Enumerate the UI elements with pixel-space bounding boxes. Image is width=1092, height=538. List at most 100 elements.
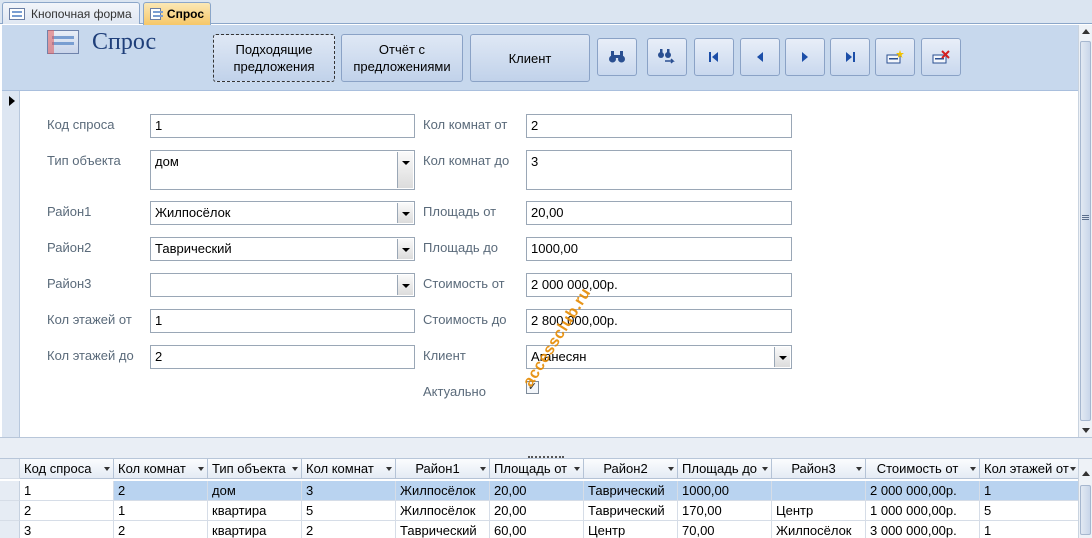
column-header[interactable]: Стоимость от — [866, 459, 980, 479]
label-rooms-to: Кол комнат до — [423, 153, 510, 168]
table-cell[interactable]: 20,00 — [490, 481, 584, 501]
table-cell[interactable]: 60,00 — [490, 521, 584, 538]
table-cell[interactable]: 1 — [20, 481, 114, 501]
form-vertical-scrollbar[interactable] — [1078, 25, 1092, 437]
table-cell[interactable]: Таврический — [396, 521, 490, 538]
datasheet-vertical-scrollbar[interactable] — [1078, 459, 1092, 538]
label-rooms-from: Кол комнат от — [423, 117, 508, 132]
offers-report-button[interactable]: Отчёт с предложениями — [341, 34, 463, 82]
last-record-icon[interactable] — [830, 38, 870, 76]
table-cell[interactable]: 1 — [980, 481, 1078, 501]
table-cell[interactable]: 5 — [980, 501, 1078, 521]
table-cell[interactable]: 2 — [20, 501, 114, 521]
find-icon[interactable] — [597, 38, 637, 76]
area-to-field[interactable]: 1000,00 — [526, 237, 792, 261]
previous-record-icon[interactable] — [740, 38, 780, 76]
scroll-up-arrow-icon[interactable] — [1082, 471, 1090, 476]
column-header[interactable]: Кол этажей от — [980, 459, 1078, 479]
table-cell[interactable] — [772, 481, 866, 501]
column-header[interactable]: Кол комнат — [302, 459, 396, 479]
first-record-icon[interactable] — [694, 38, 734, 76]
row-selector[interactable] — [0, 501, 20, 521]
dropdown-arrow-icon[interactable] — [397, 203, 413, 223]
dropdown-arrow-icon[interactable] — [397, 239, 413, 259]
floors-to-field[interactable]: 2 — [150, 345, 415, 369]
next-record-icon[interactable] — [785, 38, 825, 76]
new-record-icon[interactable] — [875, 38, 915, 76]
dropdown-arrow-icon[interactable] — [397, 152, 413, 188]
tab-demand[interactable]: Спрос — [143, 2, 211, 25]
table-cell[interactable]: квартира — [208, 521, 302, 538]
table-cell[interactable]: 1000,00 — [678, 481, 772, 501]
dropdown-arrow-icon[interactable] — [774, 347, 790, 367]
column-header[interactable]: Район1 — [396, 459, 490, 479]
scroll-thumb[interactable] — [1080, 485, 1091, 535]
object-type-combo[interactable]: дом — [150, 150, 415, 190]
client-combo[interactable]: Аганесян — [526, 345, 792, 369]
label-client: Клиент — [423, 348, 466, 363]
watermark-text: accessclub.ru — [520, 284, 595, 391]
column-header[interactable]: Район3 — [772, 459, 866, 479]
table-cell[interactable]: 3 000 000,00р. — [866, 521, 980, 538]
column-header[interactable]: Тип объекта — [208, 459, 302, 479]
table-cell[interactable]: 3 — [302, 481, 396, 501]
district1-value: Жилпосёлок — [155, 205, 231, 220]
table-cell[interactable]: 20,00 — [490, 501, 584, 521]
datasheet-header-row: Код спроса Кол комнат Тип объекта Кол ко… — [0, 459, 1078, 479]
split-form-divider[interactable] — [0, 437, 1092, 459]
column-header[interactable]: Кол комнат — [114, 459, 208, 479]
delete-record-icon[interactable] — [921, 38, 961, 76]
table-row[interactable]: 3 2 квартира 2 Таврический 60,00 Центр 7… — [0, 521, 1078, 538]
column-sort-arrow-icon — [970, 467, 976, 471]
district1-combo[interactable]: Жилпосёлок — [150, 201, 415, 225]
scroll-up-arrow-icon[interactable] — [1082, 29, 1090, 34]
price-from-field[interactable]: 2 000 000,00р. — [526, 273, 792, 297]
scroll-thumb[interactable] — [1080, 41, 1091, 421]
district2-combo[interactable]: Таврический — [150, 237, 415, 261]
table-cell[interactable]: 3 — [20, 521, 114, 538]
rooms-from-field[interactable]: 2 — [526, 114, 792, 138]
column-header[interactable]: Код спроса — [20, 459, 114, 479]
table-cell[interactable]: Таврический — [584, 481, 678, 501]
column-sort-arrow-icon — [856, 467, 862, 471]
record-selector[interactable] — [2, 91, 20, 437]
matching-offers-button[interactable]: Подходящие предложения — [213, 34, 335, 82]
table-cell[interactable]: 1 000 000,00р. — [866, 501, 980, 521]
row-selector[interactable] — [0, 481, 20, 501]
column-header[interactable]: Площадь от — [490, 459, 584, 479]
table-cell[interactable]: Жилпосёлок — [396, 501, 490, 521]
find-replace-icon[interactable] — [647, 38, 687, 76]
table-cell[interactable]: Таврический — [584, 501, 678, 521]
table-cell[interactable]: 2 — [302, 521, 396, 538]
client-button[interactable]: Клиент — [470, 34, 590, 82]
rooms-to-field[interactable]: 3 — [526, 150, 792, 190]
table-cell[interactable]: 2 000 000,00р. — [866, 481, 980, 501]
table-cell[interactable]: 2 — [114, 521, 208, 538]
table-cell[interactable]: Центр — [584, 521, 678, 538]
table-cell[interactable]: Жилпосёлок — [772, 521, 866, 538]
column-header[interactable]: Район2 — [584, 459, 678, 479]
row-selector[interactable] — [0, 521, 20, 538]
column-header[interactable]: Площадь до — [678, 459, 772, 479]
table-cell[interactable]: 170,00 — [678, 501, 772, 521]
table-cell[interactable]: Центр — [772, 501, 866, 521]
table-cell[interactable]: 1 — [980, 521, 1078, 538]
demand-code-field[interactable]: 1 — [150, 114, 415, 138]
tab-button-form[interactable]: Кнопочная форма — [2, 2, 140, 24]
select-all-corner[interactable] — [0, 459, 20, 479]
table-row[interactable]: 1 2 дом 3 Жилпосёлок 20,00 Таврический 1… — [0, 481, 1078, 501]
floors-from-field[interactable]: 1 — [150, 309, 415, 333]
table-cell[interactable]: 2 — [114, 481, 208, 501]
area-from-field[interactable]: 20,00 — [526, 201, 792, 225]
district3-combo[interactable] — [150, 273, 415, 297]
scroll-down-arrow-icon[interactable] — [1082, 428, 1090, 433]
table-cell[interactable]: 1 — [114, 501, 208, 521]
table-cell[interactable]: квартира — [208, 501, 302, 521]
table-cell[interactable]: 5 — [302, 501, 396, 521]
table-row[interactable]: 2 1 квартира 5 Жилпосёлок 20,00 Тавричес… — [0, 501, 1078, 521]
table-cell[interactable]: дом — [208, 481, 302, 501]
dropdown-arrow-icon[interactable] — [397, 275, 413, 295]
document-tab-bar: Кнопочная форма Спрос — [0, 0, 1092, 25]
table-cell[interactable]: Жилпосёлок — [396, 481, 490, 501]
table-cell[interactable]: 70,00 — [678, 521, 772, 538]
